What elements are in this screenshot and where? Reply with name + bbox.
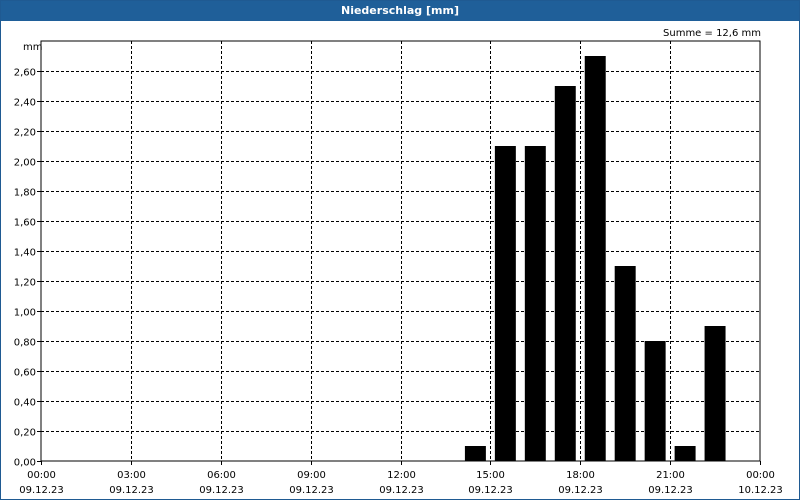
x-tick-date-label: 09.12.23 xyxy=(648,485,693,496)
total-summary: Summe = 12,6 mm xyxy=(663,28,761,39)
y-tick-label: 1,80 xyxy=(14,188,36,199)
y-tick-label: 2,00 xyxy=(14,158,36,169)
precipitation-bar xyxy=(464,446,486,461)
precipitation-bar xyxy=(614,266,636,461)
precipitation-bar xyxy=(584,56,606,461)
x-tick-time-label: 03:00 xyxy=(117,470,146,481)
x-tick-date-label: 09.12.23 xyxy=(109,485,154,496)
x-tick-date-label: 09.12.23 xyxy=(468,485,513,496)
precipitation-bar xyxy=(704,326,726,461)
y-tick-label: 0,20 xyxy=(14,428,36,439)
y-tick-label: 1,20 xyxy=(14,278,36,289)
x-tick-time-label: 15:00 xyxy=(476,470,505,481)
precipitation-bar xyxy=(524,146,546,461)
y-tick-label: 0,80 xyxy=(14,338,36,349)
precipitation-bar xyxy=(494,146,516,461)
y-tick-label: 1,60 xyxy=(14,218,36,229)
x-tick-date-label: 10.12.23 xyxy=(738,485,783,496)
x-tick-time-label: 18:00 xyxy=(566,470,595,481)
precipitation-bar xyxy=(644,341,666,461)
y-tick-label: 2,40 xyxy=(14,98,36,109)
y-tick-label: 0,40 xyxy=(14,398,36,409)
y-axis-unit-label: mm xyxy=(23,42,42,53)
x-tick-time-label: 00:00 xyxy=(746,470,775,481)
x-tick-date-label: 09.12.23 xyxy=(19,485,64,496)
x-tick-date-label: 09.12.23 xyxy=(289,485,334,496)
precipitation-bar xyxy=(674,446,696,461)
y-tick-label: 1,00 xyxy=(14,308,36,319)
x-tick-time-label: 21:00 xyxy=(656,470,685,481)
chart-svg: mm Summe = 12,6 mm 0,00 0,20 0,40 0,60 0,80 1… xyxy=(14,28,783,496)
precipitation-bar xyxy=(554,86,576,461)
x-tick-time-label: 06:00 xyxy=(207,470,236,481)
y-tick-label: 1,40 xyxy=(14,248,36,259)
x-tick-date-label: 09.12.23 xyxy=(199,485,244,496)
y-tick-label: 0,00 xyxy=(14,458,36,469)
x-tick-time-label: 09:00 xyxy=(297,470,326,481)
x-tick-time-label: 00:00 xyxy=(27,470,56,481)
x-tick-date-label: 09.12.23 xyxy=(558,485,603,496)
x-tick-time-label: 12:00 xyxy=(387,470,416,481)
x-tick-date-label: 09.12.23 xyxy=(379,485,424,496)
y-tick-label: 0,60 xyxy=(14,368,36,379)
y-tick-label: 2,20 xyxy=(14,128,36,139)
y-tick-label: 2,60 xyxy=(14,68,36,79)
